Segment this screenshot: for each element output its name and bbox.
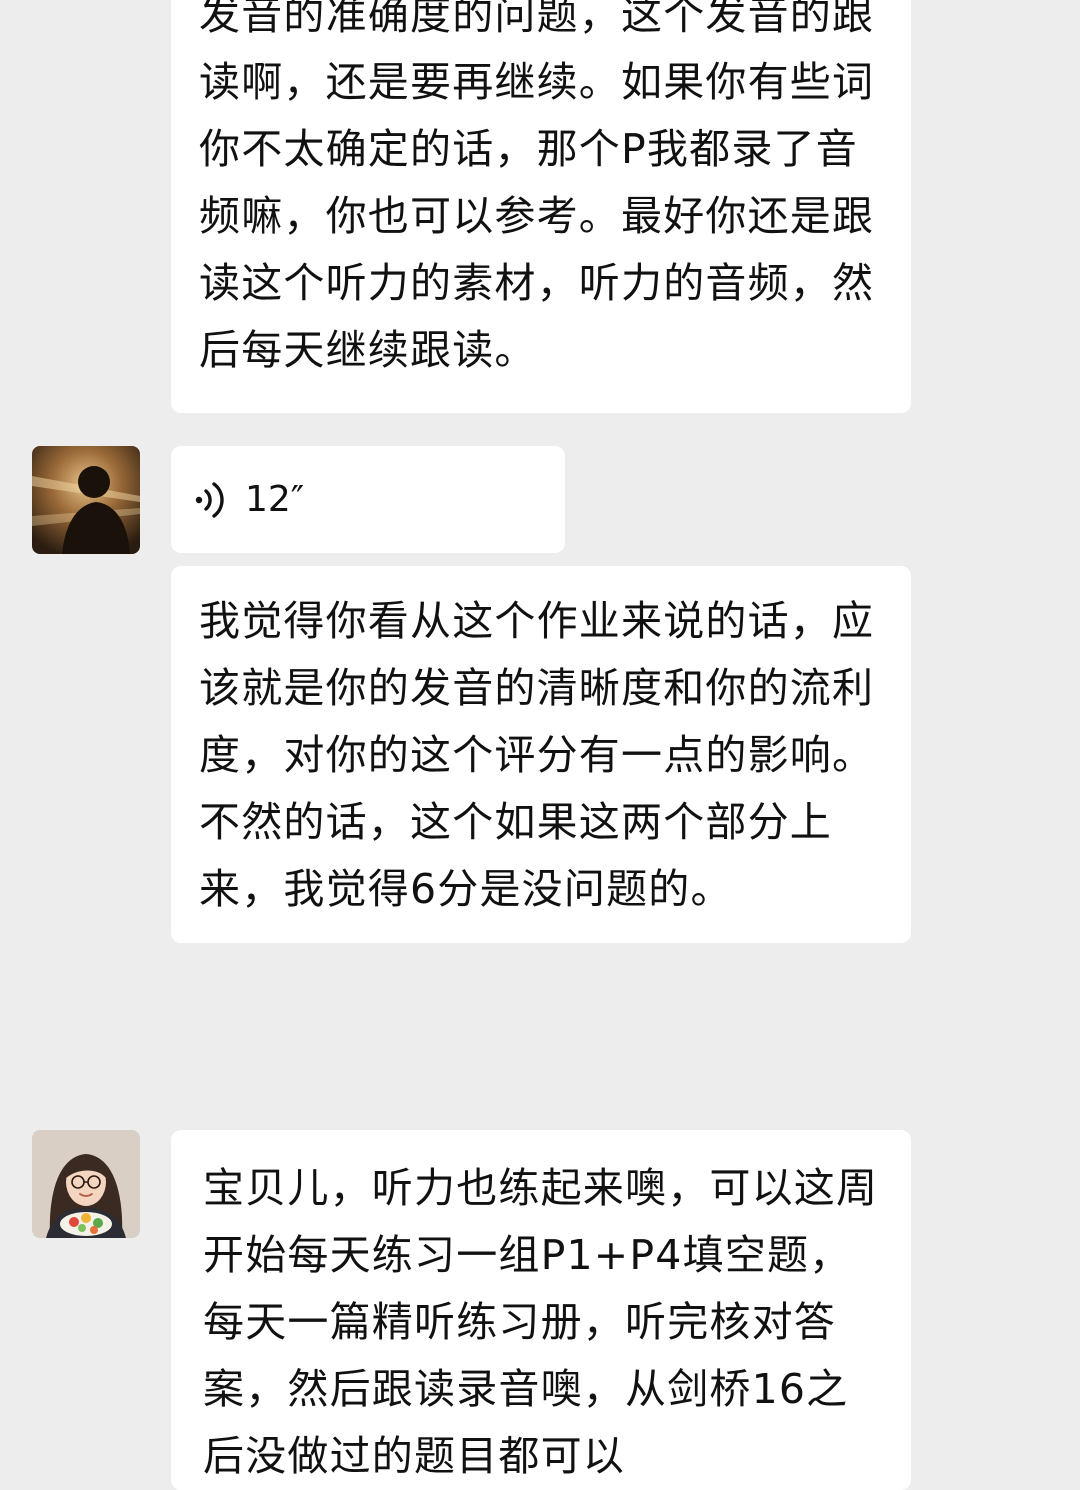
voice-duration: 12″ [245, 479, 305, 520]
voice-wave-icon [193, 480, 227, 520]
teacher-avatar[interactable] [32, 446, 140, 554]
message-text: 我觉得你看从这个作业来说的话，应该就是你的发音的清晰度和你的流利度，对你的这个评… [199, 597, 875, 913]
chat-message-list: 发音的准确度的问题，这个发音的跟读啊，还是要再继续。如果你有些词你不太确定的话，… [0, 0, 1080, 1490]
message-bubble-text[interactable]: 宝贝儿，听力也练起来噢，可以这周开始每天练习一组P1+P4填空题，每天一篇精听练… [171, 1130, 911, 1490]
message-bubble-text[interactable]: 我觉得你看从这个作业来说的话，应该就是你的发音的清晰度和你的流利度，对你的这个评… [171, 566, 911, 943]
voice-message-bubble[interactable]: 12″ [171, 446, 565, 553]
message-text: 发音的准确度的问题，这个发音的跟读啊，还是要再继续。如果你有些词你不太确定的话，… [199, 0, 875, 374]
sender-avatar[interactable] [32, 1130, 140, 1238]
message-bubble-text[interactable]: 发音的准确度的问题，这个发音的跟读啊，还是要再继续。如果你有些词你不太确定的话，… [171, 0, 911, 413]
